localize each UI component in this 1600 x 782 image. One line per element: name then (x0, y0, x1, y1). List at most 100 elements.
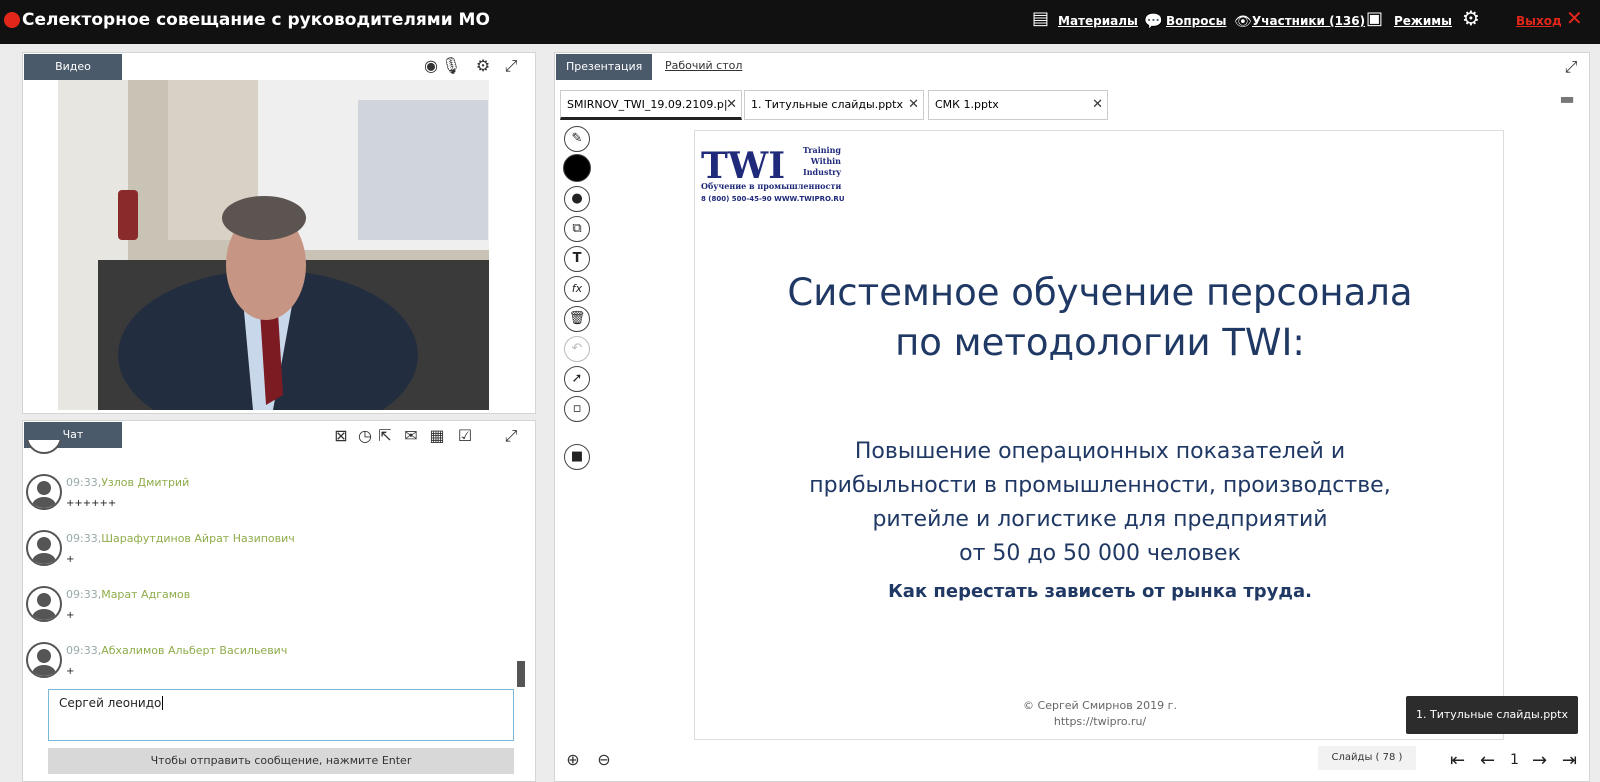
message-author: Узлов Дмитрий (101, 476, 190, 489)
message-header: 09:33,Шарафутдинов Айрат Назипович (66, 532, 295, 545)
microphone-icon[interactable]: 🎙 (441, 56, 461, 76)
settings-gear-icon[interactable]: ⚙ (1462, 8, 1480, 28)
exit-link[interactable]: Выход (1516, 14, 1562, 28)
presentation-slide: TWI Training Within Industry Обучение в … (694, 130, 1504, 740)
message-author: Шарафутдинов Айрат Назипович (101, 532, 295, 545)
eye-icon[interactable]: 👁 (1234, 13, 1252, 31)
formula-icon[interactable]: fx (564, 276, 590, 302)
avatar (26, 642, 62, 678)
undo-icon[interactable]: ↶ (564, 336, 590, 362)
slide-title-line2: по методологии TWI: (895, 321, 1305, 364)
slides-counter: Слайды ( 78 ) (1318, 746, 1416, 770)
twi-logo-subtitle: Обучение в промышленности (701, 181, 842, 191)
avatar (26, 474, 62, 510)
message-time: 09:33, (66, 644, 102, 657)
first-slide-icon[interactable]: ⇤ (1450, 750, 1465, 771)
chat-message-input[interactable]: Сергей леонидо (48, 689, 514, 741)
export-icon[interactable]: ⇱ (375, 426, 395, 446)
message-text: + (66, 666, 75, 677)
file-tab-label: 1. Титульные слайды.pptx (751, 98, 903, 111)
brush-size-icon[interactable]: ● (564, 186, 590, 212)
check-icon[interactable]: ☑ (455, 426, 475, 446)
webcam-icon[interactable]: ◉ (421, 56, 441, 76)
file-tab-label: SMIRNOV_TWI_19.09.2109.p| (567, 98, 728, 111)
excel-icon[interactable]: ▦ (427, 426, 447, 446)
current-page: 1 (1510, 752, 1519, 768)
message-time: 09:33, (66, 532, 102, 545)
clear-chat-icon[interactable]: ⊠ (331, 426, 351, 446)
slide-title-line1: Системное обучение персонала (787, 271, 1413, 314)
color-black-icon[interactable] (563, 154, 591, 182)
video-feed (58, 80, 489, 410)
chat-input-value: Сергей леонидо (59, 696, 162, 710)
chat-scrollbar[interactable] (517, 661, 525, 687)
message-author: Абхалимов Альберт Васильевич (101, 644, 288, 657)
file-tab[interactable]: SMIRNOV_TWI_19.09.2109.p| ✕ (560, 90, 742, 120)
slide-subtitle-line4: от 50 до 50 000 человек (959, 541, 1241, 566)
expand-video-icon[interactable]: ⤢ (501, 56, 521, 76)
camera-icon[interactable]: ■ (564, 444, 590, 470)
tab-presentation[interactable]: Презентация (556, 54, 652, 80)
slides-count: 78 (1382, 752, 1396, 763)
history-clock-icon[interactable]: ◷ (355, 426, 375, 446)
message-author: Марат Адгамов (101, 588, 191, 601)
chat-message: 09:33,Абхалимов Альберт Васильевич + (26, 642, 506, 692)
video-settings-gear-icon[interactable]: ⚙ (473, 56, 493, 76)
close-icon[interactable]: ✕ (1566, 8, 1583, 28)
message-header: 09:33,Марат Адгамов (66, 588, 190, 601)
next-slide-icon[interactable]: → (1532, 750, 1547, 771)
twi-logo-side: Training Within Industry (802, 145, 841, 177)
file-tab[interactable]: 1. Титульные слайды.pptx ✕ (744, 90, 924, 120)
recording-indicator-icon (4, 12, 20, 28)
slide-bold-line: Как перестать зависеть от рынка труда. (888, 581, 1312, 602)
twi-contacts: 8 (800) 500-45-90 WWW.TWIPRO.RU (701, 195, 845, 203)
message-text: + (66, 610, 75, 621)
speaker-video-image (58, 80, 489, 410)
shapes-icon[interactable]: ⧉ (564, 216, 590, 242)
message-time: 09:33, (66, 588, 102, 601)
slide-subtitle-line3: ритейле и логистике для предприятий (872, 507, 1328, 532)
questions-icon[interactable]: 💬 (1144, 12, 1163, 30)
close-tab-icon[interactable]: ✕ (908, 91, 919, 119)
zoom-out-icon[interactable]: ⊖ (594, 750, 614, 770)
slides-close-paren: ) (1398, 752, 1403, 763)
folder-icon[interactable]: ▬ (1557, 89, 1577, 109)
expand-presentation-icon[interactable]: ⤢ (1561, 57, 1581, 77)
modes-link[interactable]: Режимы (1394, 14, 1452, 28)
modes-icon[interactable]: ▣ (1366, 10, 1383, 28)
avatar (26, 440, 62, 454)
slide-subtitle-line2: прибыльности в промышленности, производс… (809, 473, 1391, 498)
pencil-icon[interactable]: ✎ (564, 126, 590, 152)
expand-chat-icon[interactable]: ⤢ (501, 426, 521, 446)
file-tooltip: 1. Титульные слайды.pptx (1406, 696, 1578, 734)
chat-message: 09:33,Узлов Дмитрий ++++++ (26, 474, 506, 524)
send-hint: Чтобы отправить сообщение, нажмите Enter (48, 748, 514, 774)
materials-link[interactable]: Материалы (1058, 14, 1138, 28)
tab-desktop[interactable]: Рабочий стол (665, 59, 742, 72)
pointer-icon[interactable]: ➚ (564, 366, 590, 392)
close-tab-icon[interactable]: ✕ (726, 91, 737, 117)
email-icon[interactable]: ✉ (401, 426, 421, 446)
chat-message: 09:33,Шарафутдинов Айрат Назипович + (26, 530, 506, 580)
questions-link[interactable]: Вопросы (1166, 14, 1226, 28)
zoom-in-icon[interactable]: ⊕ (563, 750, 583, 770)
slide-footer-copyright: © Сергей Смирнов 2019 г. (1023, 699, 1177, 712)
message-header: 09:33,Узлов Дмитрий (66, 476, 189, 489)
prev-slide-icon[interactable]: ← (1480, 750, 1495, 771)
close-tab-icon[interactable]: ✕ (1092, 91, 1103, 119)
participants-link[interactable]: Участники (136) (1252, 14, 1365, 28)
message-text: + (66, 554, 75, 565)
file-tab[interactable]: СМК 1.pptx ✕ (928, 90, 1108, 120)
file-tab-label: СМК 1.pptx (935, 98, 999, 111)
materials-icon[interactable]: ▤ (1032, 10, 1049, 28)
slides-label: Слайды ( (1331, 752, 1380, 763)
page-icon[interactable]: ▫ (564, 396, 590, 422)
text-cursor (162, 696, 164, 710)
slide-footer-url: https://twipro.ru/ (1053, 715, 1147, 728)
avatar (26, 586, 62, 622)
text-tool-icon[interactable]: T (564, 246, 590, 272)
trash-icon[interactable]: 🗑 (564, 306, 590, 332)
avatar (26, 530, 62, 566)
last-slide-icon[interactable]: ⇥ (1562, 750, 1577, 771)
video-tab[interactable]: Видео (24, 54, 122, 80)
